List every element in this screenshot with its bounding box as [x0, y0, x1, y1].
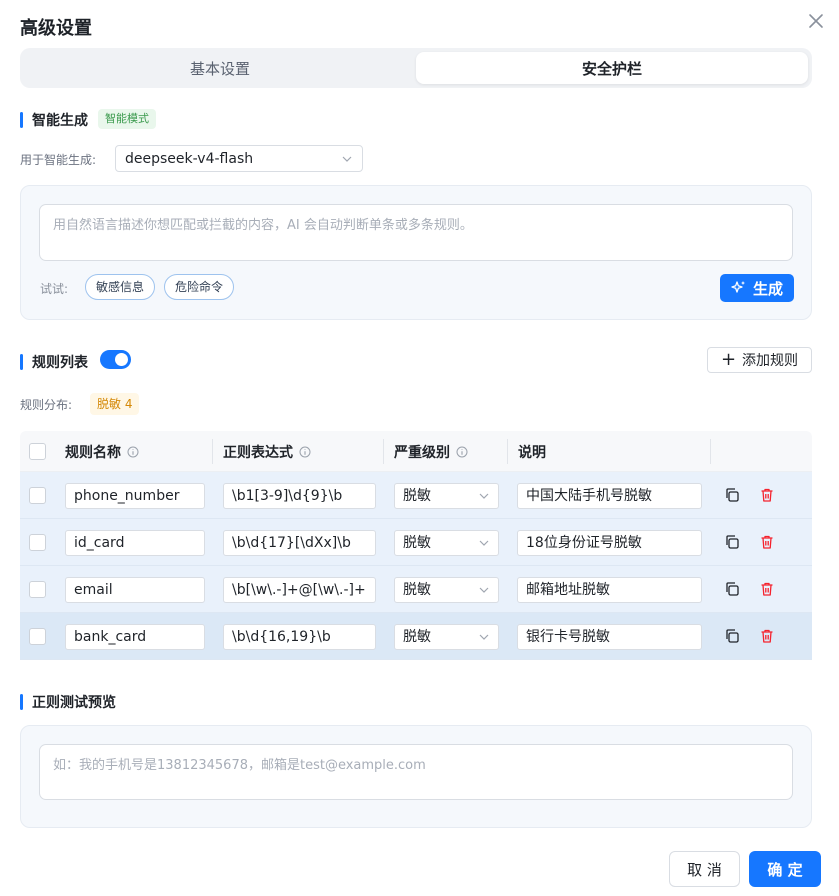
close-icon[interactable]: [806, 11, 826, 31]
column-header-name: 规则名称: [65, 431, 139, 472]
description-input[interactable]: 中国大陆手机号脱敏: [517, 483, 702, 509]
copy-icon[interactable]: [724, 628, 740, 644]
description-input[interactable]: 邮箱地址脱敏: [517, 577, 702, 603]
regex-test-input[interactable]: [39, 744, 793, 800]
table-row: email \b[\w\.-]+@[\w\.-]+ 脱敏 邮箱地址脱敏: [20, 566, 812, 613]
table-header: 规则名称 正则表达式 严重级别 说明: [20, 431, 812, 472]
severity-select[interactable]: 脱敏: [394, 530, 499, 556]
rule-name-input[interactable]: bank_card: [65, 624, 205, 650]
rule-description-input[interactable]: [39, 204, 793, 261]
severity-select-value: 脱敏: [403, 535, 431, 551]
row-checkbox[interactable]: [29, 534, 46, 551]
column-header-severity: 严重级别: [394, 431, 468, 472]
section-accent-bar: [20, 694, 23, 710]
section-accent-bar: [20, 354, 23, 370]
regex-input[interactable]: \b\d{16,19}\b: [223, 624, 376, 650]
rules-section-title: 规则列表: [20, 352, 88, 372]
column-header-regex: 正则表达式: [223, 431, 311, 472]
rules-enabled-toggle[interactable]: [100, 350, 131, 369]
row-checkbox[interactable]: [29, 628, 46, 645]
info-icon[interactable]: [127, 446, 139, 458]
chevron-down-icon: [479, 493, 489, 499]
copy-icon[interactable]: [724, 534, 740, 550]
sparkle-icon: [731, 281, 745, 293]
row-checkbox[interactable]: [29, 581, 46, 598]
dialog-title: 高级设置: [20, 18, 92, 39]
try-label: 试试:: [40, 282, 69, 296]
model-select-value: deepseek-v4-flash: [125, 150, 254, 167]
trash-icon[interactable]: [759, 628, 775, 644]
add-rule-label: 添加规则: [742, 353, 799, 369]
table-row: bank_card \b\d{16,19}\b 脱敏 银行卡号脱敏: [20, 613, 812, 660]
column-header-description: 说明: [518, 431, 546, 472]
info-icon[interactable]: [299, 446, 311, 458]
regex-input[interactable]: \b\d{17}[\dXx]\b: [223, 530, 376, 556]
column-header-severity-label: 严重级别: [394, 444, 450, 461]
distribution-label: 规则分布:: [20, 398, 73, 412]
column-header-regex-label: 正则表达式: [223, 444, 293, 461]
table-row: phone_number \b1[3-9]\d{9}\b 脱敏 中国大陆手机号脱…: [20, 472, 812, 519]
preview-panel: [20, 725, 812, 828]
generate-button-label: 生成: [752, 279, 783, 298]
description-input[interactable]: 18位身份证号脱敏: [517, 530, 702, 556]
severity-select[interactable]: 脱敏: [394, 577, 499, 603]
row-checkbox[interactable]: [29, 487, 46, 504]
rule-name-input[interactable]: email: [65, 577, 205, 603]
description-input[interactable]: 银行卡号脱敏: [517, 624, 702, 650]
chevron-down-icon: [479, 587, 489, 593]
trash-icon[interactable]: [759, 581, 775, 597]
smart-gen-panel: 试试: 敏感信息 危险命令 生成: [20, 185, 812, 320]
trash-icon[interactable]: [759, 534, 775, 550]
rule-name-input[interactable]: id_card: [65, 530, 205, 556]
tab-basic-settings[interactable]: 基本设置: [24, 52, 416, 84]
toggle-knob: [115, 353, 128, 366]
cancel-button[interactable]: 取 消: [669, 851, 740, 887]
rule-name-input[interactable]: phone_number: [65, 483, 205, 509]
preview-section-title: 正则测试预览: [20, 692, 116, 712]
chevron-down-icon: [479, 540, 489, 546]
add-rule-button[interactable]: + 添加规则: [707, 347, 812, 373]
severity-select[interactable]: 脱敏: [394, 624, 499, 650]
severity-select-value: 脱敏: [403, 629, 431, 645]
rules-table: 规则名称 正则表达式 严重级别 说明 phone_number \b1[3-9]…: [20, 431, 812, 660]
smart-mode-badge: 智能模式: [98, 109, 156, 129]
chevron-down-icon: [342, 156, 352, 162]
settings-tabs: 基本设置 安全护栏: [20, 48, 812, 88]
table-row: id_card \b\d{17}[\dXx]\b 脱敏 18位身份证号脱敏: [20, 519, 812, 566]
severity-select-value: 脱敏: [403, 488, 431, 504]
suggestion-chip-dangerous-command[interactable]: 危险命令: [164, 274, 235, 300]
section-accent-bar: [20, 112, 23, 128]
generate-button[interactable]: 生成: [720, 274, 794, 302]
select-all-checkbox[interactable]: [29, 443, 46, 460]
column-divider: [507, 439, 508, 464]
preview-title: 正则测试预览: [32, 695, 116, 711]
model-select[interactable]: deepseek-v4-flash: [115, 145, 363, 172]
distribution-badge: 脱敏 4: [90, 393, 140, 415]
chevron-down-icon: [479, 634, 489, 640]
column-divider: [710, 439, 711, 464]
trash-icon[interactable]: [759, 487, 775, 503]
info-icon[interactable]: [456, 446, 468, 458]
column-divider: [383, 439, 384, 464]
model-label: 用于智能生成:: [20, 153, 97, 167]
severity-select[interactable]: 脱敏: [394, 483, 499, 509]
plus-icon: +: [720, 349, 737, 370]
confirm-button[interactable]: 确 定: [749, 851, 821, 887]
regex-input[interactable]: \b[\w\.-]+@[\w\.-]+: [223, 577, 376, 603]
column-divider: [212, 439, 213, 464]
tab-safety-guardrails[interactable]: 安全护栏: [416, 52, 808, 84]
rules-title: 规则列表: [32, 355, 88, 371]
copy-icon[interactable]: [724, 487, 740, 503]
column-header-name-label: 规则名称: [65, 444, 121, 461]
regex-input[interactable]: \b1[3-9]\d{9}\b: [223, 483, 376, 509]
copy-icon[interactable]: [724, 581, 740, 597]
smart-gen-title: 智能生成: [32, 113, 88, 129]
severity-select-value: 脱敏: [403, 582, 431, 598]
suggestion-chip-sensitive-info[interactable]: 敏感信息: [85, 274, 156, 300]
column-header-description-label: 说明: [518, 444, 546, 461]
smart-gen-section-title: 智能生成: [20, 110, 88, 130]
